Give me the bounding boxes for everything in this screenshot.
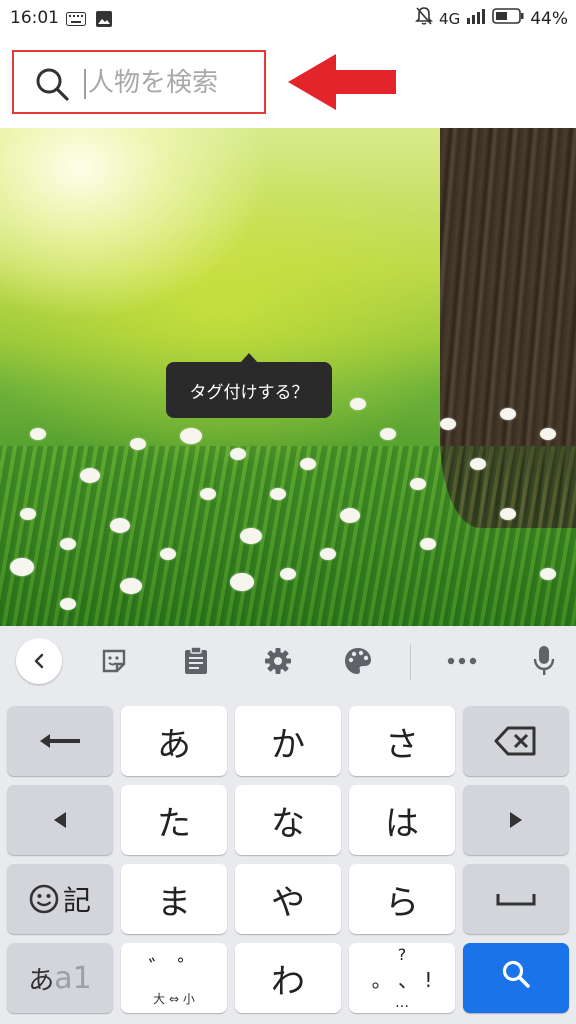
dakuten-key[interactable]: ゛ ゜ 大 ⇔ 小 [121, 943, 227, 1013]
cursor-left-key[interactable] [7, 785, 113, 855]
cursor-right-key[interactable] [463, 785, 569, 855]
key-wa[interactable]: わ [235, 943, 341, 1013]
key-a[interactable]: あ [121, 706, 227, 776]
key-ya[interactable]: や [235, 864, 341, 934]
space-key[interactable] [463, 864, 569, 934]
punctuation-key[interactable]: ? 。 、 ! … [349, 943, 455, 1013]
key-ma[interactable]: ま [121, 864, 227, 934]
emoji-symbol-key[interactable]: 記 [7, 864, 113, 934]
status-bar: 16:01 4G 44% [0, 0, 576, 38]
key-ta[interactable]: た [121, 785, 227, 855]
search-input[interactable] [88, 62, 258, 104]
undo-key[interactable] [7, 706, 113, 776]
symbol-label: 記 [62, 884, 91, 917]
tag-tooltip-text: タグ付けする？ [189, 382, 309, 403]
back-icon[interactable] [16, 638, 62, 684]
input-mode-key[interactable]: あ a1 [7, 943, 113, 1013]
sticker-icon[interactable] [96, 643, 132, 679]
key-na[interactable]: な [235, 785, 341, 855]
more-icon[interactable] [444, 643, 480, 679]
palette-icon[interactable] [340, 643, 376, 679]
keyboard-toolbar [0, 626, 576, 698]
keyboard-icon [66, 11, 86, 30]
network-type: 4G [439, 9, 461, 28]
key-sa[interactable]: さ [349, 706, 455, 776]
microphone-icon[interactable] [526, 643, 562, 679]
mute-icon [415, 6, 433, 31]
image-icon [96, 11, 112, 31]
search-icon [501, 958, 531, 998]
photo-image[interactable]: タグ付けする？ [0, 128, 576, 626]
battery-icon [492, 8, 524, 29]
search-icon [34, 66, 70, 106]
key-ha[interactable]: は [349, 785, 455, 855]
toolbar-divider [410, 644, 411, 680]
smiley-icon [29, 884, 59, 914]
battery-level: 44% [530, 8, 568, 29]
key-ka[interactable]: か [235, 706, 341, 776]
tag-tooltip[interactable]: タグ付けする？ [166, 353, 332, 418]
backspace-icon[interactable] [463, 706, 569, 776]
keyboard: あ か さ た な は 記 ま や ら あ a1 ゛ ゜ 大 ⇔ 小 わ ? 。 … [0, 626, 576, 1024]
key-ra[interactable]: ら [349, 864, 455, 934]
signal-icon [466, 8, 486, 29]
status-time: 16:01 [10, 8, 59, 28]
search-highlight-box[interactable] [12, 50, 266, 114]
search-key[interactable] [463, 943, 569, 1013]
settings-icon[interactable] [260, 643, 296, 679]
arrow-left-icon [286, 52, 398, 116]
clipboard-icon[interactable] [178, 643, 214, 679]
text-cursor [84, 69, 86, 99]
status-right: 4G 44% [415, 6, 568, 31]
